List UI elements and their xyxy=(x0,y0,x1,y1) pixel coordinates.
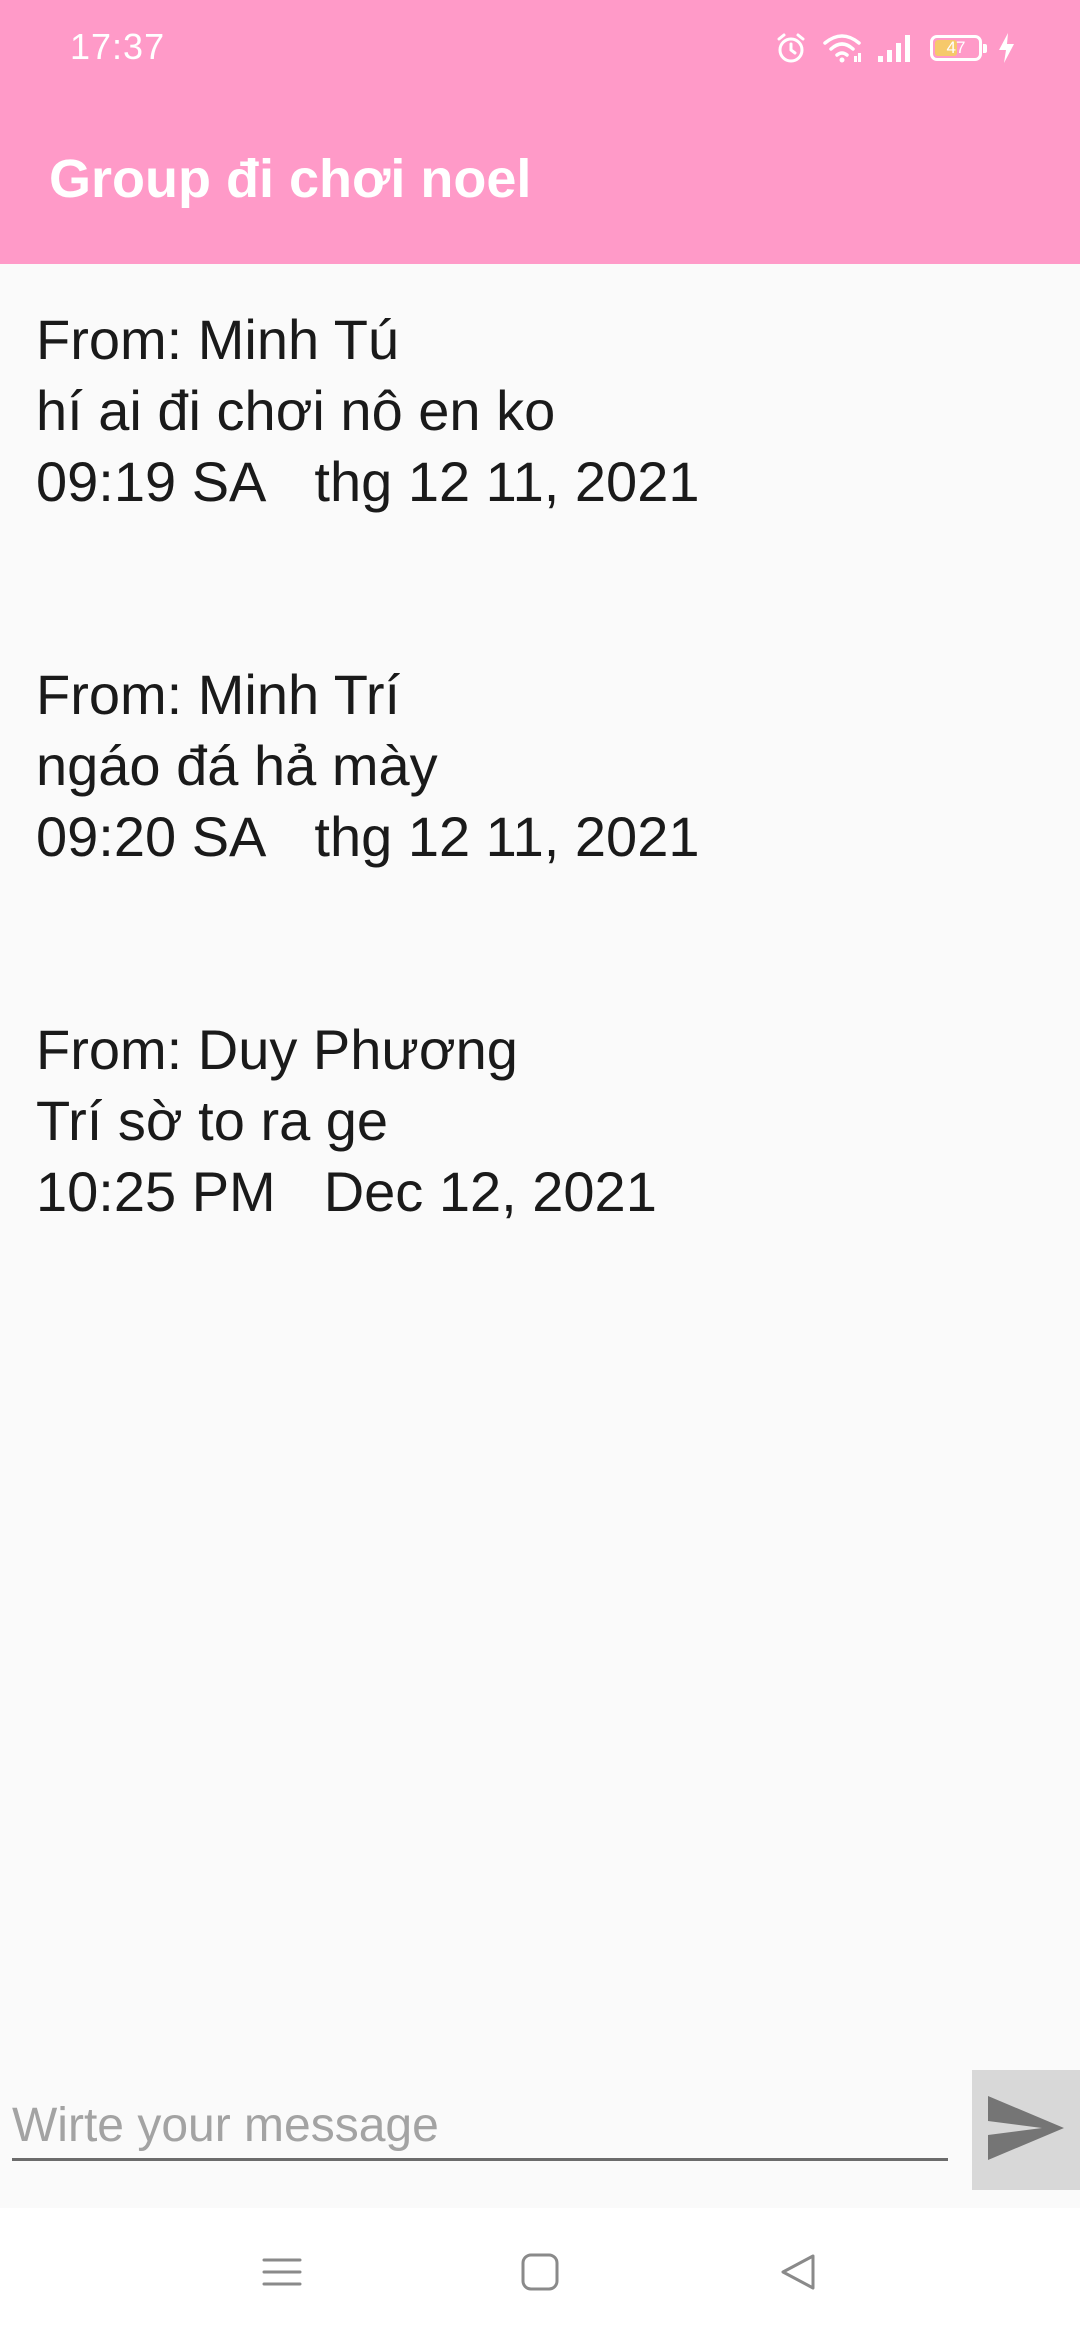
message-text: Trí sờ to ra ge xyxy=(36,1089,389,1152)
send-icon xyxy=(984,2090,1068,2171)
menu-icon xyxy=(262,2252,302,2297)
alarm-icon xyxy=(774,31,808,65)
send-button[interactable] xyxy=(972,2070,1080,2190)
home-button[interactable] xyxy=(510,2244,570,2304)
home-icon xyxy=(520,2252,560,2297)
battery-level: 47 xyxy=(946,38,966,57)
battery-icon: 47 xyxy=(930,35,987,61)
menu-button[interactable] xyxy=(252,2244,312,2304)
message-sender: From: Duy Phương xyxy=(36,1018,518,1081)
status-time: 17:37 xyxy=(70,26,166,67)
message-date: Dec 12, 2021 xyxy=(323,1160,657,1223)
back-icon xyxy=(778,2252,818,2297)
back-button[interactable] xyxy=(768,2244,828,2304)
message-sender: From: Minh Tú xyxy=(36,308,400,371)
message-timestamp: 10:25 PM Dec 12, 2021 xyxy=(36,1156,1036,1227)
app-bar: Group đi chơi noel xyxy=(0,96,1080,264)
message-item: From: Minh Trí ngáo đá hả mày 09:20 SA th… xyxy=(36,659,1036,872)
message-time: 09:19 SA xyxy=(36,450,267,513)
message-sender: From: Minh Trí xyxy=(36,663,401,726)
status-icons: 47 xyxy=(774,28,1016,68)
message-text: hí ai đi chơi nô en ko xyxy=(36,379,556,442)
message-input[interactable] xyxy=(12,2092,948,2161)
message-date: thg 12 11, 2021 xyxy=(314,805,700,868)
message-text: ngáo đá hả mày xyxy=(36,734,438,797)
status-bar: 17:37 47 xyxy=(0,0,1080,96)
message-timestamp: 09:20 SA thg 12 11, 2021 xyxy=(36,801,1036,872)
message-item: From: Duy Phương Trí sờ to ra ge 10:25 P… xyxy=(36,1014,1036,1227)
page-title: Group đi chơi noel xyxy=(49,149,532,209)
message-time: 09:20 SA xyxy=(36,805,267,868)
wifi-icon xyxy=(822,32,862,64)
message-item: From: Minh Tú hí ai đi chơi nô en ko 09:… xyxy=(36,304,1036,517)
charging-icon xyxy=(996,32,1016,64)
message-time: 10:25 PM xyxy=(36,1160,276,1223)
navigation-bar xyxy=(0,2208,1080,2340)
signal-icon xyxy=(876,32,916,64)
message-timestamp: 09:19 SA thg 12 11, 2021 xyxy=(36,446,1036,517)
message-date: thg 12 11, 2021 xyxy=(314,450,700,513)
message-composer xyxy=(0,2070,1080,2210)
